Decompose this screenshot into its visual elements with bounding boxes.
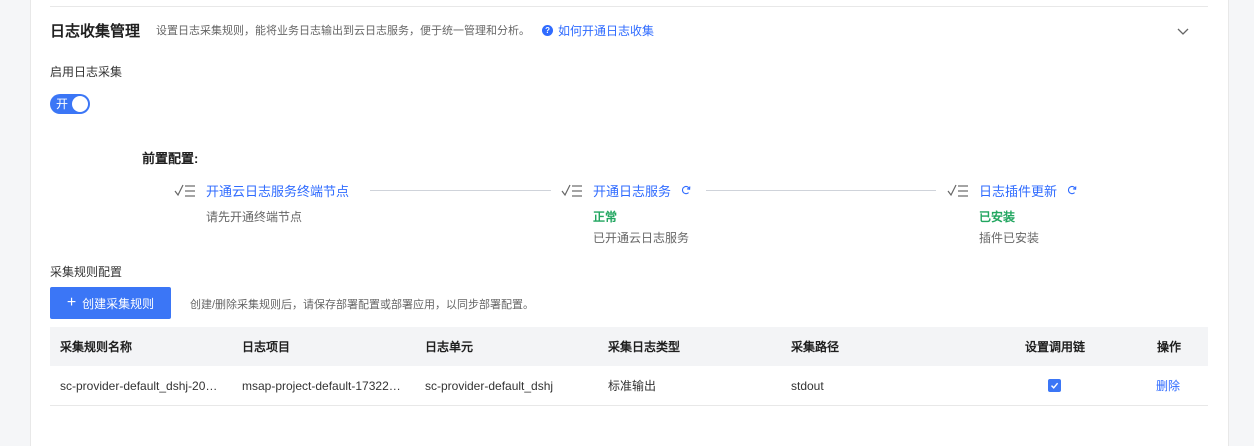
table-header: 采集规则名称 日志项目 日志单元 采集日志类型 采集路径 设置调用链 操作 [50, 327, 1208, 366]
help-link[interactable]: ? 如何开通日志收集 [542, 22, 654, 39]
rules-table: 采集规则名称 日志项目 日志单元 采集日志类型 采集路径 设置调用链 操作 sc… [50, 327, 1208, 406]
create-rule-label: 创建采集规则 [82, 296, 155, 311]
divider [50, 6, 1208, 7]
plus-icon: + [66, 294, 77, 311]
trace-checkbox[interactable] [1048, 379, 1061, 392]
toggle-text: 开 [56, 97, 69, 111]
prereq-step-plugin: 日志插件更新 已安装 插件已安装 [947, 181, 1077, 246]
step-status: 已安装 [979, 210, 1016, 224]
project-cell: msap-project-default-17322… [242, 378, 401, 393]
chevron-down-icon[interactable] [1176, 24, 1190, 38]
refresh-icon[interactable] [681, 185, 691, 195]
step-desc: 已开通云日志服务 [593, 231, 690, 245]
unit-cell: sc-provider-default_dshj [425, 378, 554, 393]
checklist-icon [561, 184, 582, 197]
step-status: 正常 [593, 210, 618, 224]
checkbox [1048, 379, 1061, 392]
delete-link[interactable]: 删除 [1156, 377, 1180, 394]
check-icon [1051, 382, 1059, 389]
column-header: 设置调用链 [1025, 340, 1086, 354]
checklist-icon [174, 184, 195, 197]
step-connector [706, 190, 936, 191]
rule-name-cell: sc-provider-default_dshj-20… [60, 378, 218, 393]
section-subtitle: 设置日志采集规则，能将业务日志输出到云日志服务，便于统一管理和分析。 [156, 25, 531, 37]
prereq-step-endpoint: 开通云日志服务终端节点 请先开通终端节点 [174, 181, 349, 225]
column-header: 采集日志类型 [608, 340, 681, 354]
help-link-label: 如何开通日志收集 [558, 23, 655, 38]
step-connector [370, 190, 551, 191]
log-collection-toggle[interactable]: 开 [50, 94, 90, 114]
step-desc: 请先开通终端节点 [206, 210, 303, 224]
checklist-icon [947, 184, 968, 197]
table-row: sc-provider-default_dshj-20… msap-projec… [50, 366, 1208, 406]
column-header: 日志项目 [242, 340, 291, 354]
question-icon: ? [542, 24, 554, 36]
section-title: 日志收集管理 [50, 22, 141, 40]
refresh-icon[interactable] [1067, 185, 1077, 195]
column-header: 操作 [1157, 340, 1182, 354]
create-rule-button[interactable]: + 创建采集规则 [50, 287, 171, 319]
column-header: 采集路径 [791, 340, 840, 354]
enable-label: 启用日志采集 [50, 65, 123, 79]
section-header: 日志收集管理 设置日志采集规则，能将业务日志输出到云日志服务，便于统一管理和分析… [50, 20, 654, 40]
path-cell: stdout [791, 378, 824, 393]
step-desc: 插件已安装 [979, 231, 1040, 245]
toggle-knob [72, 96, 88, 112]
log-type-cell: 标准输出 [608, 379, 657, 393]
step-link[interactable]: 开通日志服务 [593, 181, 671, 200]
column-header: 日志单元 [425, 340, 474, 354]
column-header: 采集规则名称 [60, 340, 133, 354]
prereq-title: 前置配置: [142, 151, 199, 166]
create-hint: 创建/删除采集规则后，请保存部署配置或部署应用，以同步部署配置。 [190, 299, 535, 311]
step-link[interactable]: 开通云日志服务终端节点 [206, 181, 349, 200]
prereq-step-log-service: 开通日志服务 正常 已开通云日志服务 [561, 181, 691, 246]
rules-label: 采集规则配置 [50, 265, 123, 279]
step-link[interactable]: 日志插件更新 [979, 181, 1057, 200]
